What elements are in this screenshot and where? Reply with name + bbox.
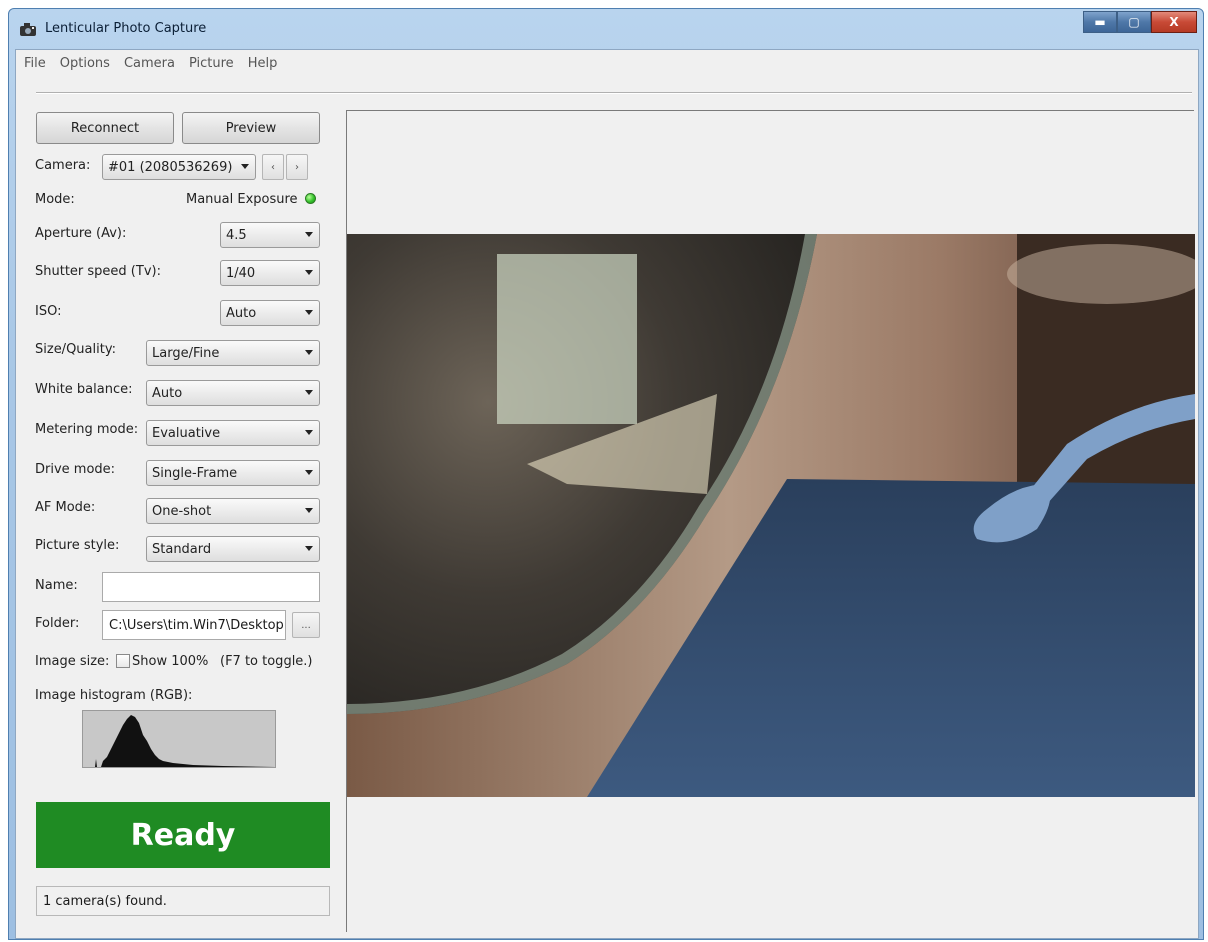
menu-bar: File Options Camera Picture Help [16,50,1198,76]
toggle-hint: (F7 to toggle.) [220,654,313,669]
af-mode-select[interactable]: One-shot [146,498,320,524]
name-label: Name: [35,578,78,593]
af-mode-label: AF Mode: [35,500,96,515]
shutter-label: Shutter speed (Tv): [35,264,161,279]
af-mode-value: One-shot [152,503,212,519]
chevron-down-icon [305,546,313,551]
preview-button[interactable]: Preview [182,112,320,144]
drive-mode-value: Single-Frame [152,465,238,481]
histogram-display [82,710,276,768]
mode-label: Mode: [35,192,75,207]
iso-select[interactable]: Auto [220,300,320,326]
picture-style-value: Standard [152,541,212,557]
window-title: Lenticular Photo Capture [45,21,207,36]
camera-label: Camera: [35,158,91,173]
camera-prev-button[interactable]: ‹ [262,154,284,180]
name-input[interactable] [102,572,320,602]
picture-style-select[interactable]: Standard [146,536,320,562]
size-quality-select[interactable]: Large/Fine [146,340,320,366]
metering-label: Metering mode: [35,422,139,437]
preview-area [346,110,1195,932]
aperture-value: 4.5 [226,227,247,243]
menu-file[interactable]: File [24,56,46,71]
show-100-label: Show 100% [132,654,209,669]
menu-camera[interactable]: Camera [124,56,175,71]
camera-next-button[interactable]: › [286,154,308,180]
drive-mode-select[interactable]: Single-Frame [146,460,320,486]
shutter-value: 1/40 [226,265,256,281]
white-balance-label: White balance: [35,382,133,397]
reconnect-button[interactable]: Reconnect [36,112,174,144]
chevron-down-icon [305,430,313,435]
size-quality-label: Size/Quality: [35,342,116,357]
preview-photo [347,234,1195,797]
aperture-label: Aperture (Av): [35,226,127,241]
folder-input[interactable]: C:\Users\tim.Win7\Desktop [102,610,286,640]
picture-style-label: Picture style: [35,538,120,553]
preview-image [347,234,1195,797]
camera-select[interactable]: #01 (2080536269) [102,154,256,180]
menu-picture[interactable]: Picture [189,56,234,71]
menu-help[interactable]: Help [248,56,278,71]
chevron-down-icon [305,470,313,475]
minimize-button[interactable]: ▬ [1083,11,1117,33]
separator [36,92,1192,94]
status-bar: 1 camera(s) found. [36,886,330,916]
drive-mode-label: Drive mode: [35,462,116,477]
show-100-checkbox[interactable] [116,654,130,668]
app-window: Lenticular Photo Capture ▬ ▢ X File Opti… [8,8,1204,940]
close-button[interactable]: X [1151,11,1197,33]
chevron-down-icon [305,232,313,237]
title-bar[interactable]: Lenticular Photo Capture ▬ ▢ X [9,9,1203,49]
size-quality-value: Large/Fine [152,345,220,361]
mode-value: Manual Exposure [186,192,298,207]
white-balance-value: Auto [152,385,183,401]
camera-value: #01 (2080536269) [108,159,233,175]
client-area: File Options Camera Picture Help Reconne… [15,49,1199,939]
chevron-down-icon [305,270,313,275]
status-ready-banner: Ready [36,802,330,868]
white-balance-select[interactable]: Auto [146,380,320,406]
chevron-down-icon [305,310,313,315]
menu-options[interactable]: Options [60,56,110,71]
chevron-down-icon [241,164,249,169]
status-led-icon [305,193,316,204]
chevron-down-icon [305,350,313,355]
folder-label: Folder: [35,616,80,631]
metering-value: Evaluative [152,425,221,441]
browse-folder-button[interactable]: ... [292,612,320,638]
histogram-graph [83,715,275,767]
iso-value: Auto [226,305,257,321]
image-size-label: Image size: [35,654,110,669]
iso-label: ISO: [35,304,62,319]
chevron-down-icon [305,390,313,395]
histogram-label: Image histogram (RGB): [35,688,193,703]
maximize-button[interactable]: ▢ [1117,11,1151,33]
chevron-down-icon [305,508,313,513]
aperture-select[interactable]: 4.5 [220,222,320,248]
app-camera-icon [20,23,36,36]
shutter-select[interactable]: 1/40 [220,260,320,286]
metering-select[interactable]: Evaluative [146,420,320,446]
